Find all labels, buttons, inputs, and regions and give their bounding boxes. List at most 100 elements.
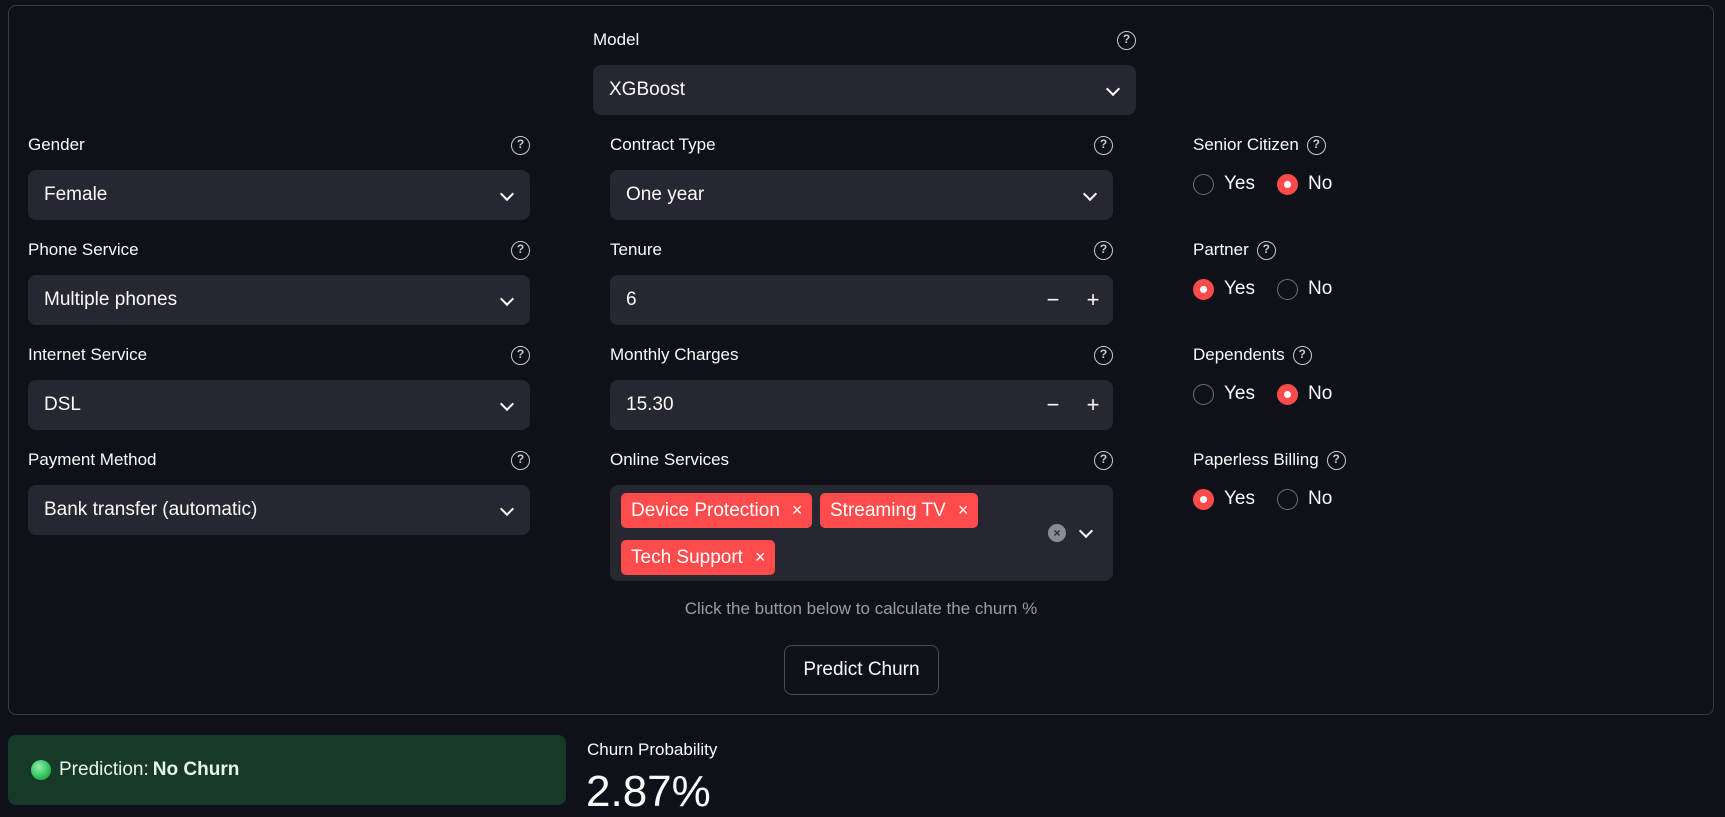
online-services-multiselect[interactable]: Device Protection × Streaming TV × Tech … bbox=[610, 485, 1113, 581]
help-icon[interactable]: ? bbox=[1306, 135, 1326, 155]
phone-service-field: Phone Service? Multiple phones bbox=[28, 237, 530, 325]
monthly-charges-value[interactable]: 15.30 bbox=[626, 394, 1033, 416]
radio-selected-icon bbox=[1277, 383, 1298, 405]
internet-service-label: Internet Service bbox=[28, 345, 148, 364]
increment-button[interactable]: + bbox=[1073, 380, 1113, 430]
remove-tag-icon[interactable]: × bbox=[792, 500, 803, 521]
chevron-down-icon bbox=[500, 398, 514, 412]
radio-selected-icon bbox=[1277, 173, 1298, 195]
contract-type-label: Contract Type bbox=[610, 135, 716, 154]
increment-button[interactable]: + bbox=[1073, 275, 1113, 325]
prediction-prefix: Prediction: bbox=[59, 759, 149, 780]
radio-no[interactable]: No bbox=[1277, 278, 1332, 300]
metric-value: 2.87% bbox=[586, 767, 711, 816]
radio-label: No bbox=[1308, 278, 1333, 299]
radio-label: No bbox=[1308, 488, 1333, 509]
tag-streaming-tv: Streaming TV × bbox=[820, 493, 979, 528]
monthly-charges-field: Monthly Charges? 15.30 − + bbox=[610, 342, 1113, 430]
chevron-down-icon[interactable] bbox=[1079, 525, 1093, 539]
radio-label: Yes bbox=[1224, 383, 1255, 404]
help-icon[interactable]: ? bbox=[1094, 345, 1113, 365]
contract-type-value: One year bbox=[626, 184, 705, 205]
payment-method-select[interactable]: Bank transfer (automatic) bbox=[28, 485, 530, 535]
chevron-down-icon bbox=[1106, 83, 1120, 97]
model-label: Model bbox=[593, 30, 640, 49]
payment-method-label: Payment Method bbox=[28, 450, 157, 469]
prediction-alert: Prediction: No Churn bbox=[8, 735, 566, 805]
phone-service-value: Multiple phones bbox=[44, 289, 178, 310]
decrement-button[interactable]: − bbox=[1033, 275, 1073, 325]
internet-service-value: DSL bbox=[44, 394, 81, 415]
radio-label: Yes bbox=[1224, 488, 1255, 509]
help-icon[interactable]: ? bbox=[1292, 345, 1312, 365]
tag-tech-support: Tech Support × bbox=[621, 540, 776, 575]
help-icon[interactable]: ? bbox=[511, 345, 530, 365]
dependents-field: Dependents? Yes No bbox=[1193, 342, 1493, 406]
online-services-label: Online Services bbox=[610, 450, 730, 469]
instruction-caption: Click the button below to calculate the … bbox=[684, 599, 1038, 618]
tenure-input[interactable]: 6 − + bbox=[610, 275, 1113, 325]
radio-circle-icon bbox=[1277, 488, 1298, 510]
chevron-down-icon bbox=[500, 293, 514, 307]
partner-field: Partner? Yes No bbox=[1193, 237, 1493, 301]
phone-service-label: Phone Service bbox=[28, 240, 139, 259]
remove-tag-icon[interactable]: × bbox=[958, 500, 969, 521]
tag-label: Streaming TV bbox=[830, 499, 946, 521]
model-field: Model ? XGBoost bbox=[593, 27, 1136, 115]
online-services-field: Online Services? Device Protection × Str… bbox=[610, 447, 1113, 581]
radio-no[interactable]: No bbox=[1277, 173, 1332, 195]
radio-yes[interactable]: Yes bbox=[1193, 488, 1255, 510]
radio-no[interactable]: No bbox=[1277, 383, 1332, 405]
model-value: XGBoost bbox=[609, 79, 686, 100]
radio-label: Yes bbox=[1224, 278, 1255, 299]
help-icon[interactable]: ? bbox=[1094, 450, 1113, 470]
radio-no[interactable]: No bbox=[1277, 488, 1332, 510]
gender-field: Gender? Female bbox=[28, 132, 530, 220]
monthly-charges-input[interactable]: 15.30 − + bbox=[610, 380, 1113, 430]
gender-select[interactable]: Female bbox=[28, 170, 530, 220]
chevron-down-icon bbox=[1083, 188, 1097, 202]
tenure-value[interactable]: 6 bbox=[626, 289, 1033, 311]
prediction-value: No Churn bbox=[152, 759, 240, 780]
tag-device-protection: Device Protection × bbox=[621, 493, 813, 528]
paperless-billing-label: Paperless Billing bbox=[1193, 450, 1319, 469]
contract-type-field: Contract Type? One year bbox=[610, 132, 1113, 220]
help-icon[interactable]: ? bbox=[1256, 240, 1276, 260]
radio-yes[interactable]: Yes bbox=[1193, 173, 1255, 195]
payment-method-field: Payment Method? Bank transfer (automatic… bbox=[28, 447, 530, 535]
decrement-button[interactable]: − bbox=[1033, 380, 1073, 430]
tenure-label: Tenure bbox=[610, 240, 662, 259]
predict-churn-button[interactable]: Predict Churn bbox=[784, 645, 939, 695]
model-select[interactable]: XGBoost bbox=[593, 65, 1136, 115]
radio-circle-icon bbox=[1193, 173, 1214, 195]
radio-selected-icon bbox=[1193, 488, 1214, 510]
internet-service-select[interactable]: DSL bbox=[28, 380, 530, 430]
clear-all-icon[interactable]: × bbox=[1048, 524, 1066, 542]
remove-tag-icon[interactable]: × bbox=[755, 547, 766, 568]
radio-label: No bbox=[1308, 173, 1333, 194]
help-icon[interactable]: ? bbox=[1117, 30, 1136, 50]
senior-citizen-field: Senior Citizen? Yes No bbox=[1193, 132, 1493, 196]
help-icon[interactable]: ? bbox=[1094, 135, 1113, 155]
help-icon[interactable]: ? bbox=[1094, 240, 1113, 260]
help-icon[interactable]: ? bbox=[511, 135, 530, 155]
tag-label: Device Protection bbox=[631, 499, 780, 521]
radio-yes[interactable]: Yes bbox=[1193, 278, 1255, 300]
radio-circle-icon bbox=[1193, 383, 1214, 405]
green-circle-icon bbox=[31, 760, 51, 780]
radio-selected-icon bbox=[1193, 278, 1214, 300]
help-icon[interactable]: ? bbox=[511, 450, 530, 470]
partner-label: Partner bbox=[1193, 240, 1249, 259]
help-icon[interactable]: ? bbox=[511, 240, 530, 260]
senior-citizen-label: Senior Citizen bbox=[1193, 135, 1299, 154]
metric-label: Churn Probability bbox=[587, 740, 718, 759]
payment-method-value: Bank transfer (automatic) bbox=[44, 499, 258, 520]
radio-label: Yes bbox=[1224, 173, 1255, 194]
paperless-billing-field: Paperless Billing? Yes No bbox=[1193, 447, 1493, 511]
help-icon[interactable]: ? bbox=[1326, 450, 1346, 470]
contract-type-select[interactable]: One year bbox=[610, 170, 1113, 220]
monthly-charges-label: Monthly Charges bbox=[610, 345, 739, 364]
phone-service-select[interactable]: Multiple phones bbox=[28, 275, 530, 325]
radio-yes[interactable]: Yes bbox=[1193, 383, 1255, 405]
chevron-down-icon bbox=[500, 188, 514, 202]
